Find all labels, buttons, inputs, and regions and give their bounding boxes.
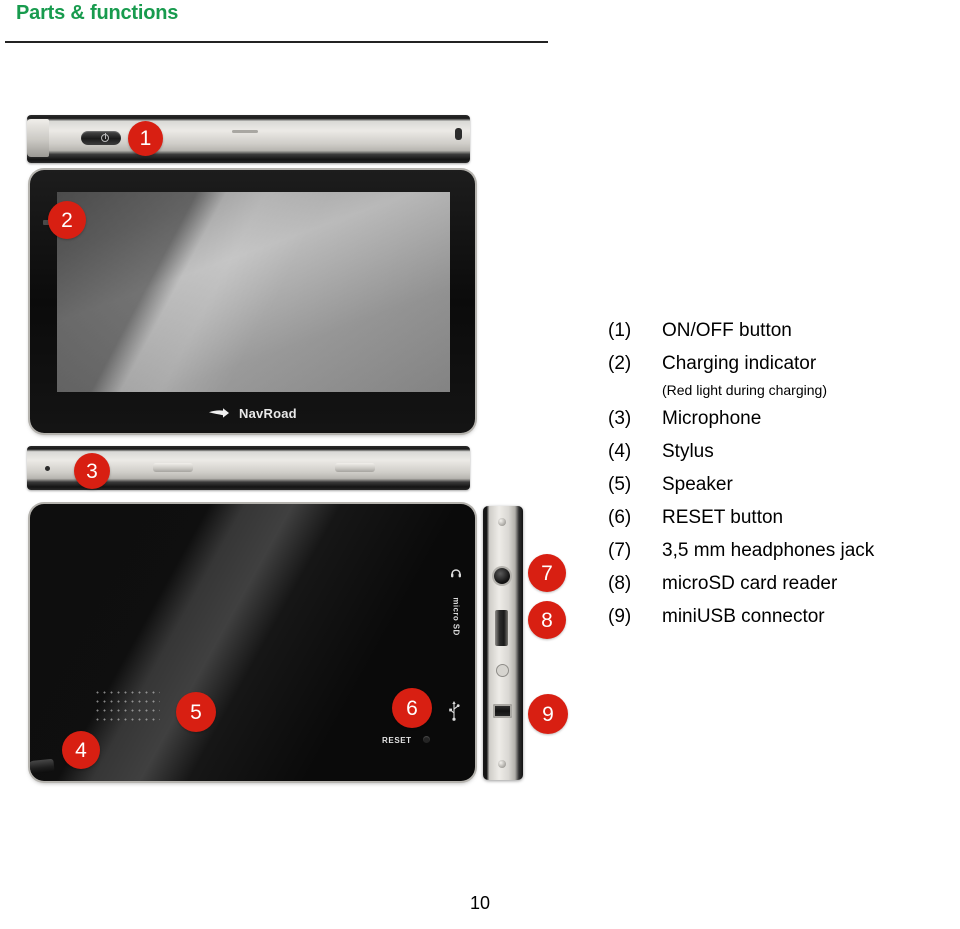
callout-badge-9: 9: [528, 694, 568, 734]
page-number: 10: [469, 893, 491, 913]
navroad-swoosh-icon: [208, 407, 230, 422]
legend-number: (1): [608, 320, 632, 341]
legend-label: Stylus: [662, 441, 714, 462]
edge-right-notch: [455, 128, 462, 140]
legend-label: Microphone: [662, 408, 762, 429]
device-screen: [57, 192, 450, 392]
legend-number: (2): [608, 353, 632, 374]
edge-pad-right: [335, 463, 375, 472]
miniusb-port-icon: [493, 704, 512, 718]
side-round-port: [496, 664, 509, 677]
callout-badge-4: 4: [62, 731, 100, 769]
legend-number: (8): [608, 573, 632, 594]
parts-legend-list: (1) ON/OFF button (2) Charging indicator…: [608, 320, 954, 639]
edge-vent-slit: [232, 130, 258, 133]
legend-item: (2) Charging indicator: [608, 353, 954, 375]
legend-number: (5): [608, 474, 632, 495]
device-figure: NavRoad RESET micro SD 1 2 3 4 5 6 7 8 9: [0, 60, 600, 820]
headphone-icon: [450, 566, 462, 578]
stylus-icon: [30, 758, 55, 775]
legend-item: (5) Speaker: [608, 474, 954, 496]
legend-item: (1) ON/OFF button: [608, 320, 954, 342]
legend-label: 3,5 mm headphones jack: [662, 540, 875, 561]
top-edge-view: [27, 115, 470, 163]
legend-label: miniUSB connector: [662, 606, 825, 627]
legend-item: (8) microSD card reader: [608, 573, 954, 595]
legend-number: (6): [608, 507, 632, 528]
legend-label: Speaker: [662, 474, 733, 495]
legend-number: (4): [608, 441, 632, 462]
legend-item: (4) Stylus: [608, 441, 954, 463]
callout-badge-6: 6: [392, 688, 432, 728]
legend-note-label: (Red light during charging): [662, 382, 827, 398]
side-screw-top: [498, 518, 506, 526]
reset-label: RESET: [382, 736, 412, 745]
power-button: [81, 131, 121, 145]
legend-label: Charging indicator: [662, 353, 817, 374]
microphone-hole-icon: [45, 466, 50, 471]
front-view: NavRoad: [30, 170, 475, 433]
legend-item: (3) Microphone: [608, 408, 954, 430]
legend-item: (7) 3,5 mm headphones jack: [608, 540, 954, 562]
edge-left-cap: [27, 119, 49, 157]
title-divider: [5, 41, 548, 43]
callout-badge-5: 5: [176, 692, 216, 732]
legend-item: (9) miniUSB connector: [608, 606, 954, 628]
legend-note: (Red light during charging): [608, 382, 954, 398]
side-screw-bottom: [498, 760, 506, 768]
legend-item: (6) RESET button: [608, 507, 954, 529]
brand-logo-text: NavRoad: [239, 406, 297, 421]
callout-badge-1: 1: [128, 121, 163, 156]
side-edge-view: [483, 506, 523, 780]
brand-logo: NavRoad: [30, 406, 475, 422]
microsd-slot-icon: [495, 610, 508, 646]
usb-icon: [448, 700, 460, 722]
legend-label: ON/OFF button: [662, 320, 792, 341]
callout-badge-3: 3: [74, 453, 110, 489]
legend-label: RESET button: [662, 507, 784, 528]
speaker-grille-icon: [94, 688, 160, 724]
callout-badge-2: 2: [48, 201, 86, 239]
legend-label: microSD card reader: [662, 573, 838, 594]
reset-pinhole-icon: [423, 736, 430, 743]
callout-badge-7: 7: [528, 554, 566, 592]
callout-badge-8: 8: [528, 601, 566, 639]
legend-number: (7): [608, 540, 632, 561]
legend-number: (3): [608, 408, 632, 429]
power-icon: [101, 132, 109, 142]
headphone-jack-port-icon: [494, 568, 510, 584]
page-title: Parts & functions: [16, 2, 179, 24]
microsd-label: micro SD: [451, 597, 461, 636]
edge-pad-left: [153, 463, 193, 472]
legend-number: (9): [608, 606, 632, 627]
